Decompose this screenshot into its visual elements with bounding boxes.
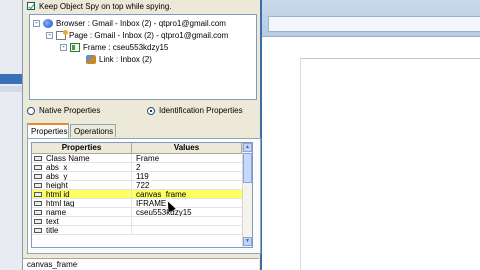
- property-name: Class Name: [44, 154, 132, 162]
- status-bar: canvas_frame: [23, 258, 259, 270]
- table-row[interactable]: html tag IFRAME: [32, 199, 242, 208]
- tree-node-link[interactable]: Link : Inbox (2): [86, 54, 152, 65]
- native-properties-option[interactable]: Native Properties: [27, 106, 100, 115]
- property-icon: [32, 199, 44, 208]
- table-row[interactable]: abs_y 119: [32, 172, 242, 181]
- table-row[interactable]: height 722: [32, 181, 242, 190]
- background-app-strip: [0, 0, 22, 270]
- property-value: [132, 226, 242, 234]
- identification-properties-option[interactable]: Identification Properties: [147, 106, 243, 115]
- property-value: IFRAME: [136, 199, 167, 207]
- keep-on-top-option[interactable]: Keep Object Spy on top while spying.: [27, 0, 172, 12]
- property-value: 722: [136, 181, 150, 189]
- background-selected-row: [0, 74, 22, 84]
- property-name: text: [44, 217, 132, 225]
- tree-node-page[interactable]: - Page : Gmail - Inbox (2) - qtpro1@gmai…: [46, 30, 228, 41]
- grid-header: Properties Values: [32, 143, 242, 154]
- properties-grid: Properties Values Class Name Frame abs_x…: [31, 142, 253, 248]
- property-name: html id: [44, 190, 132, 198]
- tree-node-label: Link : Inbox (2): [99, 55, 152, 64]
- background-column-line: [300, 58, 301, 270]
- property-icon: [32, 163, 44, 172]
- object-hierarchy-tree: - Browser : Gmail - Inbox (2) - qtpro1@g…: [29, 14, 257, 100]
- scrollbar-thumb[interactable]: [243, 153, 252, 183]
- table-row[interactable]: title: [32, 226, 242, 235]
- table-row[interactable]: name cseu553kdzy15: [32, 208, 242, 217]
- background-browser-page: [262, 0, 480, 270]
- link-icon: [86, 55, 96, 64]
- property-name: abs_y: [44, 172, 132, 180]
- native-properties-label: Native Properties: [39, 106, 101, 115]
- property-name: title: [44, 226, 132, 234]
- header-values[interactable]: Values: [132, 143, 242, 153]
- background-row: [0, 86, 22, 92]
- native-properties-radio[interactable]: [27, 106, 35, 115]
- identification-properties-label: Identification Properties: [159, 106, 243, 115]
- property-icon: [32, 181, 44, 190]
- table-row[interactable]: abs_x 2: [32, 163, 242, 172]
- property-icon: [32, 226, 44, 235]
- property-name: name: [44, 208, 132, 216]
- grid-vertical-scrollbar[interactable]: ▲ ▼: [242, 143, 252, 247]
- property-value: 2: [136, 163, 141, 171]
- property-value: canvas_frame: [136, 190, 187, 198]
- tree-node-label: Page : Gmail - Inbox (2) - qtpro1@gmail.…: [69, 31, 229, 40]
- property-value: Frame: [136, 154, 160, 162]
- scroll-up-icon[interactable]: ▲: [243, 143, 252, 152]
- browser-icon: [43, 19, 53, 28]
- scroll-down-icon[interactable]: ▼: [243, 237, 252, 246]
- collapse-icon[interactable]: -: [33, 20, 40, 27]
- keep-on-top-label: Keep Object Spy on top while spying.: [39, 1, 172, 11]
- keep-on-top-checkbox[interactable]: [27, 2, 35, 10]
- frame-icon: [70, 43, 80, 52]
- background-browser-address-bar: [268, 16, 480, 32]
- tree-node-label: Browser : Gmail - Inbox (2) - qtpro1@gma…: [56, 19, 226, 28]
- property-name: height: [44, 181, 132, 189]
- table-row[interactable]: Class Name Frame: [32, 154, 242, 163]
- tree-node-frame[interactable]: - Frame : cseu553kdzy15: [60, 42, 168, 53]
- tree-node-browser[interactable]: - Browser : Gmail - Inbox (2) - qtpro1@g…: [33, 18, 226, 29]
- property-value: cseu553kdzy15: [136, 208, 192, 216]
- tab-properties[interactable]: Properties: [27, 123, 69, 138]
- property-icon: [32, 208, 44, 217]
- property-icon: [32, 217, 44, 226]
- property-value: 119: [136, 172, 149, 180]
- tab-operations[interactable]: Operations: [70, 124, 116, 137]
- background-divider: [300, 58, 480, 59]
- property-name: abs_x: [44, 163, 132, 171]
- object-spy-dialog: Keep Object Spy on top while spying. - B…: [22, 0, 262, 270]
- header-properties[interactable]: Properties: [32, 143, 132, 153]
- property-icon: [32, 172, 44, 181]
- property-name: html tag: [44, 199, 132, 207]
- table-row[interactable]: text: [32, 217, 242, 226]
- property-mode-radios: Native Properties Identification Propert…: [27, 106, 259, 118]
- property-icon: [32, 190, 44, 199]
- identification-properties-radio[interactable]: [147, 106, 155, 115]
- property-icon: [32, 154, 44, 163]
- table-row-selected[interactable]: html id canvas_frame: [32, 190, 242, 199]
- property-value: [132, 217, 242, 225]
- collapse-icon[interactable]: -: [46, 32, 53, 39]
- collapse-icon[interactable]: -: [60, 44, 67, 51]
- page-icon: [56, 30, 68, 40]
- tree-node-label: Frame : cseu553kdzy15: [83, 43, 169, 52]
